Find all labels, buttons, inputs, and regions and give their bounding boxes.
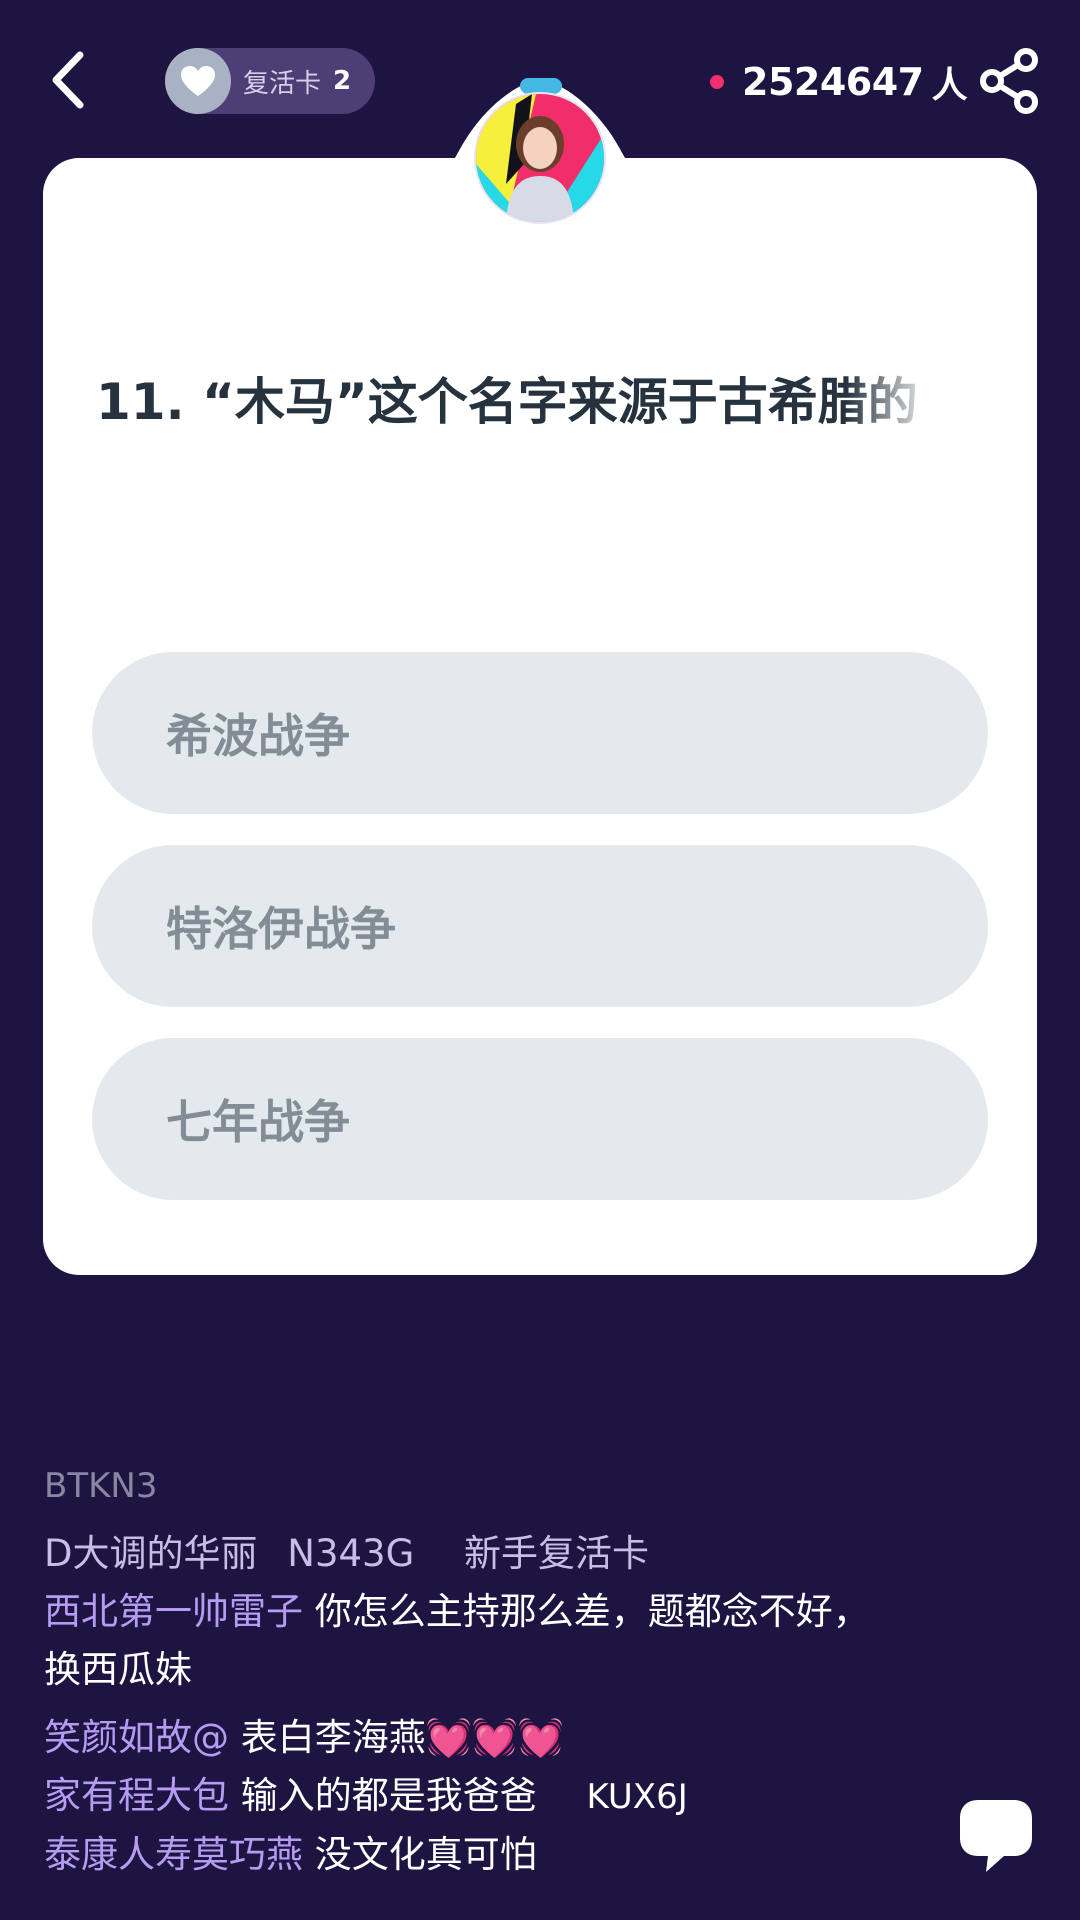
heart-icon bbox=[165, 48, 231, 114]
comment-row: 泰康人寿莫巧燕 没文化真可怕 bbox=[44, 1826, 944, 1884]
comment-row: 家有程大包 输入的都是我爸爸 KUX6J bbox=[44, 1767, 944, 1826]
comment-row: 笑颜如故@ 表白李海燕💓💓💓 bbox=[44, 1709, 944, 1767]
revive-card-count: 2 bbox=[333, 66, 352, 96]
comment-user: 笑颜如故@ bbox=[44, 1716, 229, 1759]
answer-option-1[interactable]: 希波战争 bbox=[92, 652, 988, 814]
share-button[interactable] bbox=[978, 48, 1040, 114]
online-count: 2524647 bbox=[742, 60, 924, 104]
comment-user: D大调的华丽 bbox=[44, 1532, 258, 1575]
online-counter: 2524647 人 bbox=[710, 54, 968, 110]
answer-option-2[interactable]: 特洛伊战争 bbox=[92, 845, 988, 1007]
comment-text: 你怎么主持那么差，题都念不好， bbox=[314, 1590, 870, 1633]
answer-option-3[interactable]: 七年战争 bbox=[92, 1038, 988, 1200]
chevron-left-icon bbox=[52, 51, 84, 109]
comment-row: D大调的华丽 N343G 新手复活卡 bbox=[44, 1525, 944, 1583]
revive-card-badge[interactable]: 复活卡 2 bbox=[165, 48, 375, 114]
comment-text: 换西瓜妹 bbox=[44, 1648, 192, 1691]
comment-row: 西北第一帅雷子 你怎么主持那么差，题都念不好， bbox=[44, 1583, 944, 1641]
comment-row: BTKN3 bbox=[44, 1456, 944, 1515]
answer-option-label: 希波战争 bbox=[166, 709, 350, 763]
answer-option-label: 特洛伊战争 bbox=[166, 902, 396, 956]
chat-button[interactable] bbox=[958, 1796, 1034, 1876]
question-text: 11. “木马”这个名字来源于古希腊的 bbox=[96, 362, 936, 442]
comment-user: 家有程大包 bbox=[44, 1774, 229, 1817]
comment-row-continued: 换西瓜妹 bbox=[44, 1641, 944, 1699]
back-button[interactable] bbox=[38, 40, 98, 120]
comment-text: 表白李海燕💓💓💓 bbox=[240, 1716, 564, 1759]
revive-card-label: 复活卡 bbox=[243, 68, 322, 99]
host-avatar bbox=[474, 92, 606, 224]
comment-text: 输入的都是我爸爸 bbox=[240, 1774, 537, 1817]
comment-feed: BTKN3 D大调的华丽 N343G 新手复活卡 西北第一帅雷子 你怎么主持那么… bbox=[44, 1456, 944, 1884]
comment-code: N343G bbox=[287, 1532, 415, 1575]
comment-text: 没文化真可怕 bbox=[314, 1833, 537, 1876]
comment-code: KUX6J bbox=[586, 1777, 688, 1817]
online-unit: 人 bbox=[931, 65, 968, 106]
share-icon bbox=[980, 48, 1038, 114]
chat-bubble-icon bbox=[960, 1800, 1032, 1872]
live-dot bbox=[710, 75, 724, 89]
comment-user: 西北第一帅雷子 bbox=[44, 1590, 303, 1633]
quiz-screen: 复活卡 2 2524647 人 11. “木马”这个名字来源于古希腊的 希波战争… bbox=[0, 0, 1080, 1920]
comment-text: 新手复活卡 bbox=[464, 1532, 650, 1575]
answer-option-label: 七年战争 bbox=[166, 1095, 350, 1149]
comment-user: 泰康人寿莫巧燕 bbox=[44, 1833, 303, 1876]
question-fade bbox=[846, 362, 936, 442]
question-label: 11. “木马”这个名字来源于古希腊的 bbox=[96, 373, 918, 431]
comment-user: BTKN3 bbox=[44, 1466, 158, 1506]
